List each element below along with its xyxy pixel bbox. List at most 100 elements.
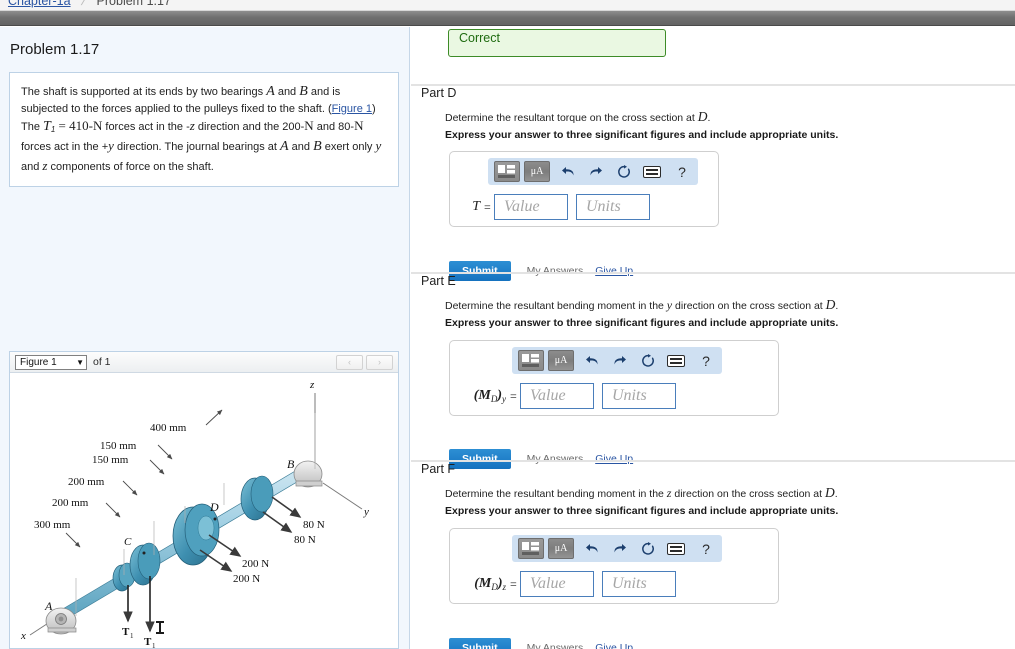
part-heading-d: Part D <box>421 86 457 100</box>
units-input-e[interactable]: Units <box>602 383 676 409</box>
give-up-link-d[interactable]: Give Up <box>595 265 633 277</box>
part-f-prompt-pre: Determine the resultant bending moment i… <box>445 488 667 500</box>
give-up-link-e[interactable]: Give Up <box>595 453 633 465</box>
template-icon[interactable] <box>518 538 544 559</box>
statement-text-6: forces act in the - <box>102 121 190 134</box>
part-f-prompt-var: D <box>824 485 835 500</box>
svg-text:200 N: 200 N <box>233 573 260 585</box>
breadcrumb: Chapter-1a / Problem 1.17 <box>0 0 1015 11</box>
reset-icon[interactable] <box>637 350 659 371</box>
svg-text:z: z <box>309 379 315 391</box>
redo-icon[interactable] <box>609 538 631 559</box>
template-icon[interactable] <box>518 350 544 371</box>
svg-text:150 mm: 150 mm <box>92 454 129 466</box>
submit-button-d[interactable]: Submit <box>449 261 511 281</box>
help-icon[interactable]: ? <box>696 350 716 371</box>
redo-icon[interactable] <box>609 350 631 371</box>
answer-widget-f: μA ? (MD)z = Value Units <box>449 528 779 604</box>
my-answers-link-f[interactable]: My Answers <box>527 642 584 649</box>
submit-button-e[interactable]: Submit <box>449 449 511 469</box>
part-d-prompt-var: D <box>697 109 708 124</box>
part-f-prompt-mid: direction on the cross section at <box>671 488 825 500</box>
figure-count-label: of 1 <box>93 356 111 368</box>
figure-select[interactable]: Figure 1 ▼ <box>15 354 87 370</box>
statement-var-A-2: A <box>280 139 289 155</box>
redo-icon[interactable] <box>585 161 607 182</box>
answer-row-d: T = Value Units <box>458 194 650 220</box>
part-instruction-e: Express your answer to three significant… <box>445 317 839 329</box>
svg-text:200 mm: 200 mm <box>68 476 105 488</box>
units-mu-a-label: μA <box>554 543 568 554</box>
value-input-f[interactable]: Value <box>520 571 594 597</box>
pulley-C <box>129 542 161 586</box>
divider-part-e <box>411 272 1015 274</box>
chevron-down-icon: ▼ <box>76 357 84 367</box>
part-e-prompt-mid: direction on the cross section at <box>672 300 826 312</box>
units-mu-a-icon[interactable]: μA <box>548 350 574 371</box>
svg-text:400 mm: 400 mm <box>150 422 187 434</box>
svg-text:1: 1 <box>130 632 134 640</box>
keyboard-icon[interactable] <box>665 538 687 559</box>
undo-icon[interactable] <box>557 161 579 182</box>
bearing-B <box>293 460 323 488</box>
reset-icon[interactable] <box>637 538 659 559</box>
svg-text:1: 1 <box>152 642 156 648</box>
problem-statement: The shaft is supported at its ends by tw… <box>9 72 399 187</box>
statement-text-14: components of force on the shaft. <box>47 161 214 174</box>
units-input-d[interactable]: Units <box>576 194 650 220</box>
svg-text:80 N: 80 N <box>294 534 316 546</box>
statement-var-y-2: y <box>375 138 382 154</box>
text-cursor <box>156 621 164 634</box>
my-answers-link-d[interactable]: My Answers <box>527 265 584 277</box>
answer-equals-d: = <box>484 199 491 214</box>
units-mu-a-icon[interactable]: μA <box>524 161 550 182</box>
part-instruction-d: Express your answer to three significant… <box>445 129 839 141</box>
help-icon[interactable]: ? <box>696 538 716 559</box>
answer-widget-d: μA ? T = Value Units <box>449 151 719 227</box>
feedback-correct: Correct <box>448 29 666 57</box>
breadcrumb-chapter-link[interactable]: Chapter-1a <box>8 0 71 8</box>
keyboard-icon[interactable] <box>665 350 687 371</box>
figure-prev-button[interactable]: ‹ <box>336 355 363 370</box>
figure-select-value: Figure 1 <box>20 356 57 368</box>
answer-toolbar-e: μA ? <box>512 347 722 374</box>
statement-val-410: 410-N <box>69 118 103 134</box>
figure-panel-header: Figure 1 ▼ of 1 ‹ › <box>10 352 398 373</box>
answer-toolbar-d: μA ? <box>488 158 698 185</box>
svg-text:y: y <box>363 506 369 518</box>
answer-equals-f: = <box>510 576 517 591</box>
undo-icon[interactable] <box>581 350 603 371</box>
shaft-diagram-svg: z y x A B C D 80 N 80 N 200 N 200 N T 1 … <box>20 379 369 648</box>
undo-icon[interactable] <box>581 538 603 559</box>
answer-widget-e: μA ? (MD)y = Value Units <box>449 340 779 416</box>
statement-unit-N-2: N <box>354 118 364 134</box>
statement-text-8: and 80- <box>313 121 355 134</box>
submit-button-f[interactable]: Submit <box>449 638 511 649</box>
value-input-e[interactable]: Value <box>520 383 594 409</box>
statement-text-11: and <box>288 141 314 154</box>
units-input-f[interactable]: Units <box>602 571 676 597</box>
reset-icon[interactable] <box>613 161 635 182</box>
figure-1-link[interactable]: Figure 1 <box>332 103 372 115</box>
keyboard-icon[interactable] <box>641 161 663 182</box>
answer-label-d: T <box>472 199 480 214</box>
breadcrumb-current: Problem 1.17 <box>96 0 171 8</box>
give-up-link-f[interactable]: Give Up <box>595 642 633 649</box>
figure-next-button[interactable]: › <box>366 355 393 370</box>
value-input-d[interactable]: Value <box>494 194 568 220</box>
template-icon[interactable] <box>494 161 520 182</box>
units-mu-a-icon[interactable]: μA <box>548 538 574 559</box>
my-answers-link-e[interactable]: My Answers <box>527 453 584 465</box>
right-panel: Correct Part D Determine the resultant t… <box>411 27 1015 649</box>
help-icon[interactable]: ? <box>672 161 692 182</box>
statement-text-9: forces act in the + <box>21 141 109 154</box>
button-row-e: Submit My Answers Give Up <box>449 449 633 469</box>
pulley-2 <box>240 475 274 521</box>
svg-text:T: T <box>144 636 152 648</box>
svg-text:200 mm: 200 mm <box>52 497 89 509</box>
part-e-prompt-var: D <box>825 297 836 312</box>
statement-text-10: direction. The journal bearings at <box>113 141 281 154</box>
part-instruction-f: Express your answer to three significant… <box>445 505 839 517</box>
statement-equals: = <box>55 118 70 134</box>
units-mu-a-label: μA <box>554 355 568 366</box>
